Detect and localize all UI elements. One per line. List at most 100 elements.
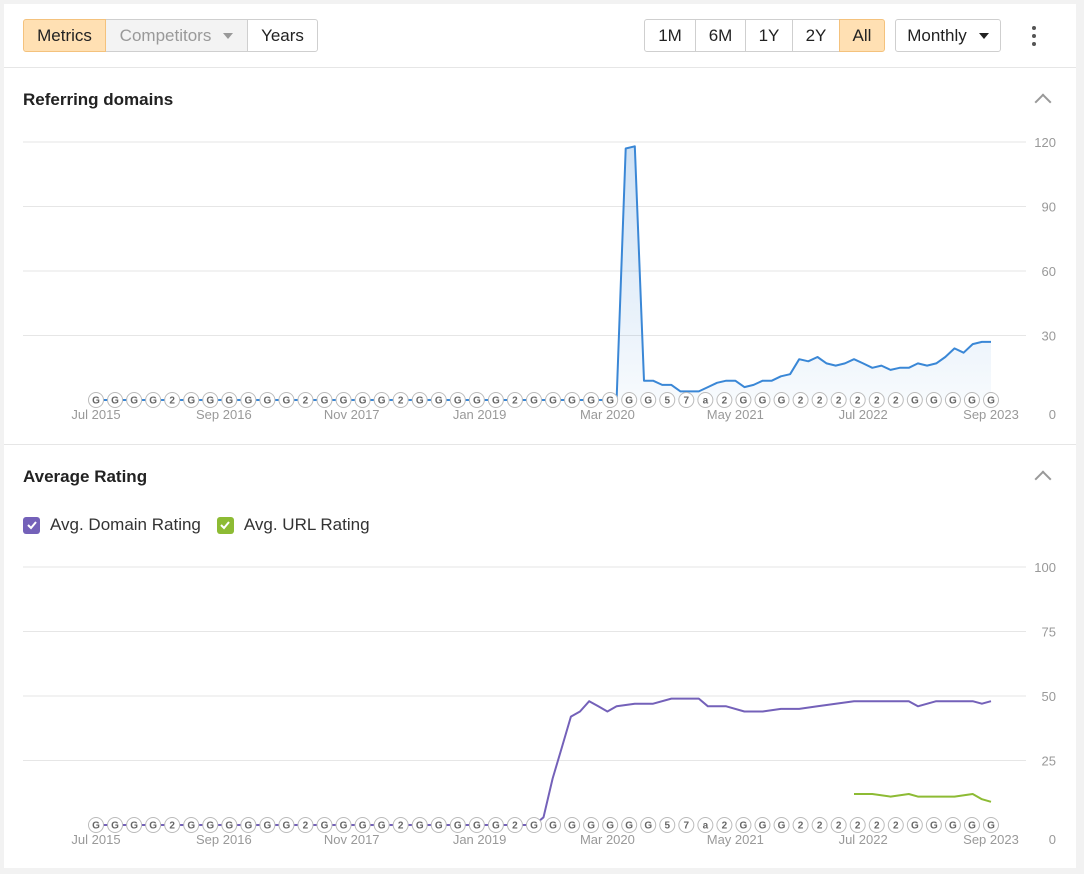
x-tick-label: Jan 2019 — [453, 407, 507, 422]
range-2y-button[interactable]: 2Y — [792, 19, 840, 52]
x-tick-label: Jul 2015 — [71, 407, 120, 422]
annotation-marker: G — [221, 392, 238, 408]
annotation-marker: G — [335, 817, 352, 833]
svg-text:G: G — [359, 396, 367, 407]
annotation-marker: G — [925, 817, 942, 833]
referring-domains-chart: 0 30 60 90 120 Jul 2015 Sep 2016 Nov 2017 Jan 20… — [23, 135, 1056, 422]
svg-text:2: 2 — [855, 821, 861, 832]
range-all-label: All — [852, 25, 872, 45]
range-1y-label: 1Y — [758, 25, 780, 45]
annotation-marker: G — [564, 392, 581, 408]
collapse-referring-domains-icon[interactable] — [1034, 93, 1052, 111]
legend-domain-rating[interactable]: Avg. Domain Rating — [23, 515, 201, 535]
svg-text:G: G — [644, 396, 652, 407]
svg-text:G: G — [378, 821, 386, 832]
report-card: Metrics Competitors Years 1M 6M 1Y 2Y Al… — [4, 4, 1076, 868]
svg-text:2: 2 — [836, 396, 842, 407]
competitors-tab[interactable]: Competitors — [105, 19, 248, 52]
svg-text:2: 2 — [722, 396, 728, 407]
annotation-marker: G — [621, 817, 638, 833]
svg-text:G: G — [225, 821, 233, 832]
legend-domain-rating-label: Avg. Domain Rating — [50, 515, 201, 534]
annotation-marker: G — [468, 817, 485, 833]
annotation-marker: G — [583, 392, 600, 408]
svg-text:G: G — [911, 821, 919, 832]
annotation-marker: G — [602, 817, 619, 833]
svg-text:G: G — [987, 821, 995, 832]
x-tick-label: Sep 2016 — [196, 832, 252, 847]
section-divider — [4, 444, 1076, 445]
svg-text:G: G — [435, 396, 443, 407]
svg-text:G: G — [968, 396, 976, 407]
svg-text:G: G — [492, 821, 500, 832]
svg-text:G: G — [625, 821, 633, 832]
svg-text:2: 2 — [893, 821, 899, 832]
annotation-marker: 2 — [297, 392, 314, 408]
svg-text:G: G — [283, 821, 291, 832]
svg-text:G: G — [340, 396, 348, 407]
x-tick-label: Jul 2015 — [71, 832, 120, 847]
svg-text:2: 2 — [874, 396, 880, 407]
metrics-tab[interactable]: Metrics — [23, 19, 106, 52]
annotation-marker: G — [545, 817, 562, 833]
annotation-marker: G — [735, 392, 752, 408]
svg-text:G: G — [740, 396, 748, 407]
svg-text:G: G — [206, 821, 214, 832]
annotation-marker: G — [316, 392, 333, 408]
range-buttons: 1M 6M 1Y 2Y All — [644, 19, 885, 52]
annotation-marker: G — [259, 392, 276, 408]
annotation-marker: G — [983, 392, 999, 408]
svg-text:G: G — [473, 821, 481, 832]
svg-text:2: 2 — [798, 396, 804, 407]
y-tick-label: 30 — [1042, 329, 1056, 344]
x-tick-label: Sep 2023 — [963, 407, 1019, 422]
svg-text:G: G — [92, 821, 100, 832]
annotation-marker: G — [963, 817, 980, 833]
annotation-marker: 2 — [506, 817, 523, 833]
x-tick-label: Sep 2023 — [963, 832, 1019, 847]
years-tab[interactable]: Years — [247, 19, 318, 52]
svg-text:2: 2 — [512, 821, 518, 832]
svg-text:G: G — [340, 821, 348, 832]
svg-text:G: G — [454, 396, 462, 407]
svg-text:G: G — [130, 396, 138, 407]
svg-text:G: G — [644, 821, 652, 832]
granularity-dropdown[interactable]: Monthly — [895, 19, 1001, 52]
range-1m-button[interactable]: 1M — [644, 19, 696, 52]
svg-text:G: G — [473, 396, 481, 407]
range-6m-button[interactable]: 6M — [695, 19, 746, 52]
annotation-marker: 2 — [868, 392, 885, 408]
annotation-marker: G — [773, 392, 790, 408]
range-all-button[interactable]: All — [839, 19, 885, 52]
series-line — [96, 697, 992, 826]
svg-text:2: 2 — [817, 821, 823, 832]
toolbar: Metrics Competitors Years 1M 6M 1Y 2Y Al… — [4, 4, 1076, 68]
checkbox-checked-icon[interactable] — [23, 516, 40, 534]
range-1y-button[interactable]: 1Y — [745, 19, 793, 52]
svg-text:G: G — [530, 821, 538, 832]
annotation-marker: G — [925, 392, 942, 408]
svg-text:5: 5 — [664, 396, 670, 407]
svg-text:G: G — [492, 396, 500, 407]
annotation-marker: G — [354, 392, 371, 408]
svg-text:G: G — [568, 396, 576, 407]
svg-text:G: G — [530, 396, 538, 407]
annotation-marker: G — [906, 392, 923, 408]
checkbox-checked-icon[interactable] — [216, 516, 234, 534]
annotation-marker: G — [621, 392, 638, 408]
svg-text:G: G — [949, 396, 957, 407]
more-options-icon[interactable] — [1024, 23, 1044, 49]
annotation-marker: 2 — [506, 392, 523, 408]
svg-text:G: G — [263, 821, 271, 832]
svg-text:G: G — [759, 396, 767, 407]
svg-text:G: G — [606, 396, 614, 407]
svg-text:G: G — [587, 396, 595, 407]
annotation-marker: G — [411, 392, 428, 408]
legend-url-rating[interactable]: Avg. URL Rating — [216, 515, 370, 535]
collapse-average-rating-icon[interactable] — [1034, 470, 1052, 488]
x-tick-label: Jul 2022 — [839, 832, 888, 847]
svg-text:G: G — [778, 821, 786, 832]
annotation-marker: a — [697, 392, 714, 408]
svg-text:2: 2 — [398, 396, 404, 407]
svg-text:G: G — [759, 821, 767, 832]
